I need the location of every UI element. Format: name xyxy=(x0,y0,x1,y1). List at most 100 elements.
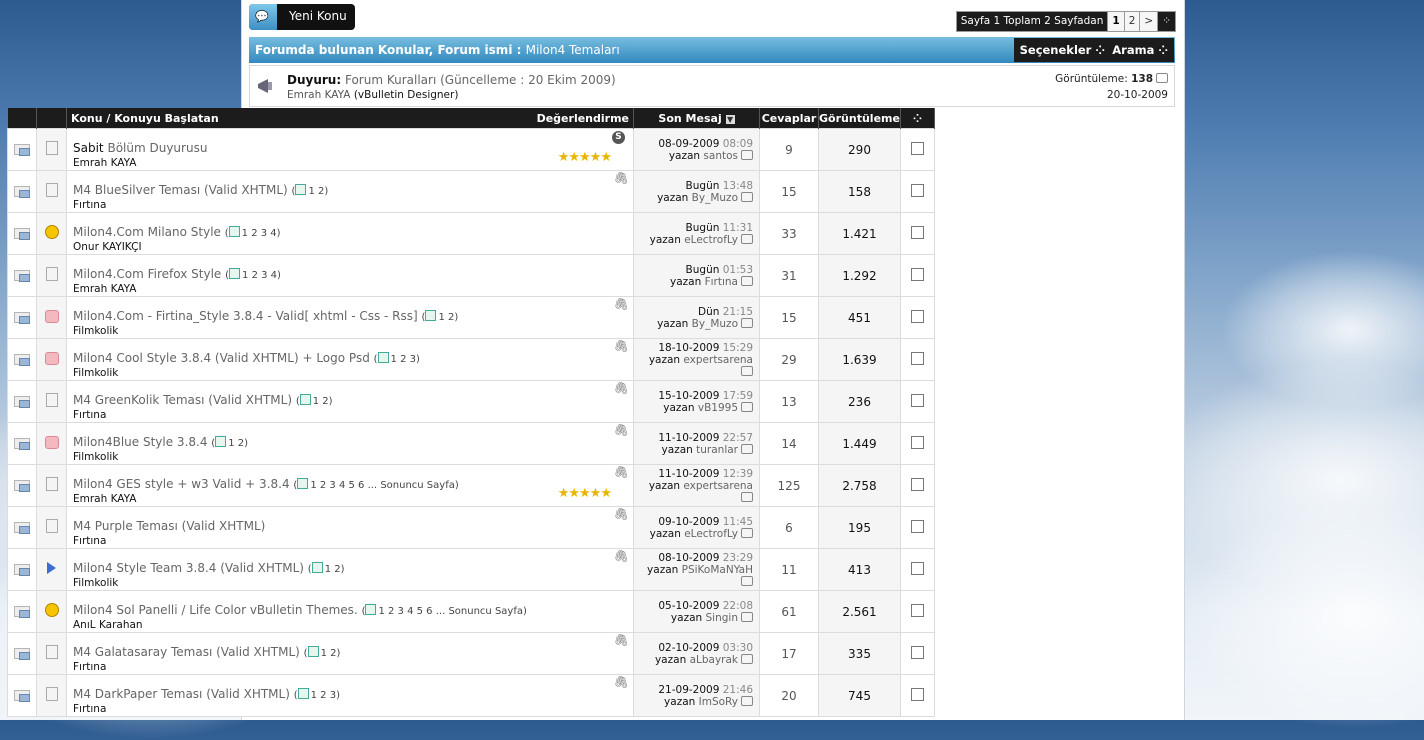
thread-title-link[interactable]: M4 Galatasaray Teması (Valid XHTML) (1 2… xyxy=(73,631,633,659)
page-links[interactable]: (1 2) xyxy=(308,562,345,575)
last-poster-link[interactable]: Singin xyxy=(706,612,738,624)
page-links[interactable]: (1 2 3) xyxy=(294,688,340,701)
go-to-post-icon[interactable] xyxy=(741,191,753,202)
reply-count[interactable]: 20 xyxy=(781,689,796,703)
reply-count[interactable]: 33 xyxy=(781,227,796,241)
select-all-icon[interactable]: ⁘ xyxy=(900,108,935,129)
thread-title-link[interactable]: M4 DarkPaper Teması (Valid XHTML) (1 2 3… xyxy=(73,673,633,701)
replies-column-header[interactable]: Cevaplar xyxy=(759,108,819,129)
thread-select-checkbox[interactable] xyxy=(911,351,924,365)
last-poster-link[interactable]: ImSoRy xyxy=(699,696,738,708)
go-to-post-icon[interactable] xyxy=(741,491,753,502)
go-to-post-icon[interactable] xyxy=(741,233,753,244)
thread-title-link[interactable]: Milon4.Com Firefox Style (1 2 3 4) xyxy=(73,253,633,281)
last-poster-link[interactable]: PSiKoMaNYaH xyxy=(682,564,753,576)
thread-title-link[interactable]: M4 BlueSilver Teması (Valid XHTML) (1 2) xyxy=(73,169,633,197)
last-poster-link[interactable]: By_Muzo xyxy=(692,318,738,330)
go-to-post-icon[interactable] xyxy=(741,575,753,586)
thread-author[interactable]: Filmkolik xyxy=(73,325,633,337)
thread-select-checkbox[interactable] xyxy=(911,603,924,617)
options-menu-button[interactable]: Seçenekler ⁘ xyxy=(1013,38,1111,62)
thread-author[interactable]: Fırtına xyxy=(73,199,633,211)
go-to-post-icon[interactable] xyxy=(741,653,753,664)
page-1-link[interactable]: 1 xyxy=(1107,11,1125,32)
thread-title-link[interactable]: Milon4 Cool Style 3.8.4 (Valid XHTML) + … xyxy=(73,337,633,365)
last-poster-link[interactable]: santos xyxy=(703,150,738,162)
thread-title-link[interactable]: M4 GreenKolik Teması (Valid XHTML) (1 2) xyxy=(73,379,633,407)
thread-author[interactable]: Filmkolik xyxy=(73,577,633,589)
thread-select-checkbox[interactable] xyxy=(911,435,924,449)
reply-count[interactable]: 14 xyxy=(781,437,796,451)
reply-count[interactable]: 31 xyxy=(781,269,796,283)
last-poster-link[interactable]: eLectrofLy xyxy=(684,528,738,540)
thread-title-link[interactable]: M4 Purple Teması (Valid XHTML) xyxy=(73,505,633,533)
go-to-post-icon[interactable] xyxy=(741,275,753,286)
page-links[interactable]: (1 2) xyxy=(292,184,328,197)
views-column-header[interactable]: Görüntüleme xyxy=(818,108,901,129)
last-poster-link[interactable]: expertsarena xyxy=(683,354,753,366)
thread-select-checkbox[interactable] xyxy=(911,519,924,533)
go-to-post-icon[interactable] xyxy=(741,443,753,454)
thread-title-link[interactable]: Sabit Bölüm Duyurusu xyxy=(73,127,633,155)
thread-title-link[interactable]: Milon4.Com Milano Style (1 2 3 4) xyxy=(73,211,633,239)
reply-count[interactable]: 29 xyxy=(781,353,796,367)
thread-select-checkbox[interactable] xyxy=(911,477,924,491)
reply-count[interactable]: 15 xyxy=(781,311,796,325)
thread-author[interactable]: Fırtına xyxy=(73,535,633,547)
thread-select-checkbox[interactable] xyxy=(911,225,924,239)
thread-author[interactable]: Emrah KAYA xyxy=(73,493,633,505)
reply-count[interactable]: 13 xyxy=(781,395,796,409)
go-to-post-icon[interactable] xyxy=(741,365,753,376)
rating-column-header[interactable]: Değerlendirme xyxy=(537,112,629,125)
thread-select-checkbox[interactable] xyxy=(911,561,924,575)
last-poster-link[interactable]: By_Muzo xyxy=(692,192,738,204)
reply-count[interactable]: 61 xyxy=(781,605,796,619)
reply-count[interactable]: 6 xyxy=(785,521,793,535)
thread-author[interactable]: Emrah KAYA xyxy=(73,157,633,169)
thread-select-checkbox[interactable] xyxy=(911,687,924,701)
reply-count[interactable]: 15 xyxy=(781,185,796,199)
thread-select-checkbox[interactable] xyxy=(911,393,924,407)
thread-author[interactable]: Emrah KAYA xyxy=(73,283,633,295)
last-post-column-header[interactable]: Son Mesaj ▼ xyxy=(633,108,760,129)
thread-select-checkbox[interactable] xyxy=(911,309,924,323)
last-poster-link[interactable]: Fırtına xyxy=(705,276,738,288)
reply-count[interactable]: 125 xyxy=(778,479,801,493)
go-to-post-icon[interactable] xyxy=(741,611,753,622)
page-links[interactable]: (1 2) xyxy=(211,436,248,449)
next-page-link[interactable]: > xyxy=(1139,11,1159,32)
reply-count[interactable]: 17 xyxy=(781,647,796,661)
page-links[interactable]: (1 2) xyxy=(296,394,333,407)
thread-author[interactable]: Fırtına xyxy=(73,703,633,715)
last-poster-link[interactable]: eLectrofLy xyxy=(684,234,738,246)
new-topic-button[interactable]: 💬 Yeni Konu xyxy=(249,4,355,30)
thread-select-checkbox[interactable] xyxy=(911,141,924,155)
thread-title-link[interactable]: Milon4 Style Team 3.8.4 (Valid XHTML) (1… xyxy=(73,547,633,575)
page-links[interactable]: (1 2) xyxy=(304,646,340,659)
thread-author[interactable]: Fırtına xyxy=(73,409,633,421)
search-menu-button[interactable]: Arama ⁘ xyxy=(1106,38,1174,62)
thread-select-checkbox[interactable] xyxy=(911,183,924,197)
page-links[interactable]: (1 2) xyxy=(422,310,458,323)
go-to-post-icon[interactable] xyxy=(741,401,753,412)
page-links[interactable]: (1 2 3 4) xyxy=(225,226,281,239)
thread-author[interactable]: AnıL Karahan xyxy=(73,619,633,631)
last-poster-link[interactable]: aLbayrak xyxy=(690,654,738,666)
thread-author[interactable]: Filmkolik xyxy=(73,367,633,379)
thread-title-link[interactable]: Milon4Blue Style 3.8.4 (1 2) xyxy=(73,421,633,449)
reply-count[interactable]: 11 xyxy=(781,563,796,577)
topic-column-header[interactable]: Konu / Konuyu Başlatan Değerlendirme xyxy=(66,108,634,129)
last-poster-link[interactable]: turanlar xyxy=(696,444,738,456)
go-to-post-icon[interactable] xyxy=(741,527,753,538)
page-links[interactable]: (1 2 3) xyxy=(374,352,420,365)
announcement-link[interactable]: Forum Kuralları (Güncelleme : 20 Ekim 20… xyxy=(345,73,616,87)
page-2-link[interactable]: 2 xyxy=(1123,11,1141,32)
thread-select-checkbox[interactable] xyxy=(911,645,924,659)
go-to-post-icon[interactable] xyxy=(741,149,753,160)
thread-title-link[interactable]: Milon4 Sol Panelli / Life Color vBulleti… xyxy=(73,589,633,617)
last-poster-link[interactable]: expertsarena xyxy=(683,480,753,492)
go-to-post-icon[interactable] xyxy=(741,317,753,328)
go-to-post-icon[interactable] xyxy=(741,695,753,706)
thread-author[interactable]: Onur KAYIKÇI xyxy=(73,241,633,253)
announcement-author[interactable]: Emrah KAYA xyxy=(287,89,350,101)
